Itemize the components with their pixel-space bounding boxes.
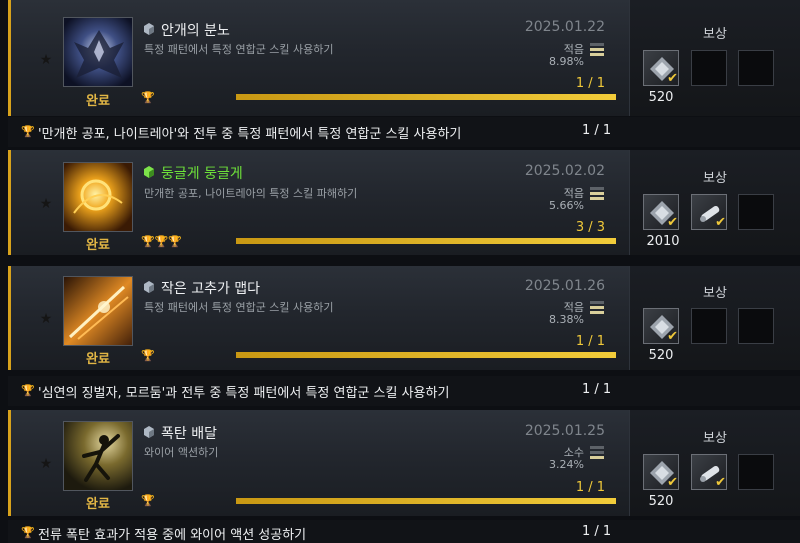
achievement-card[interactable]: ★ 완료 🏆 폭탄 배달 와이어 액션하기 2025.01.25 소수 3.24… bbox=[8, 410, 800, 516]
achievement-description: 와이어 액션하기 bbox=[144, 446, 219, 459]
check-icon: ✔ bbox=[667, 329, 678, 344]
achievement-title: 둥글게 둥글게 bbox=[161, 166, 243, 182]
empty-reward-slot bbox=[691, 308, 727, 344]
achievement-card[interactable]: ★ 완료 🏆🏆🏆 둥글게 둥글게 만개한 공포, 나이트레아의 특정 스킬 파해… bbox=[8, 150, 800, 255]
progress-bar bbox=[236, 352, 616, 358]
cube-icon bbox=[144, 166, 154, 178]
progress-bar bbox=[236, 94, 616, 100]
empty-reward-slot bbox=[738, 50, 774, 86]
rarity-percent: 8.98% bbox=[549, 55, 584, 68]
favorite-star-icon[interactable]: ★ bbox=[39, 53, 53, 67]
rarity-bars bbox=[590, 187, 604, 202]
favorite-star-icon[interactable]: ★ bbox=[39, 197, 53, 211]
achievement-date: 2025.01.26 bbox=[524, 278, 605, 294]
reward-label: 보상 bbox=[703, 431, 727, 446]
reward-count: 520 bbox=[648, 348, 674, 363]
scroll-icon[interactable]: ✔ bbox=[691, 194, 727, 230]
trophy-icon: 🏆 bbox=[141, 91, 155, 104]
progress-fill bbox=[236, 238, 616, 244]
cube-icon bbox=[144, 281, 154, 293]
favorite-star-icon[interactable]: ★ bbox=[39, 312, 53, 326]
reward-label: 보상 bbox=[703, 171, 727, 186]
rarity-bars bbox=[590, 43, 604, 58]
rarity-percent: 5.66% bbox=[549, 199, 584, 212]
achievement-date: 2025.02.02 bbox=[524, 163, 605, 179]
cube-icon bbox=[144, 23, 154, 35]
progress-text: 1 / 1 bbox=[575, 480, 605, 495]
reward-count: 520 bbox=[648, 494, 674, 509]
progress-bar bbox=[236, 498, 616, 504]
reward-label: 보상 bbox=[703, 286, 727, 301]
progress-text: 3 / 3 bbox=[575, 220, 605, 235]
progress-fill bbox=[236, 498, 616, 504]
achievement-title: 작은 고추가 맵다 bbox=[161, 281, 261, 297]
check-icon: ✔ bbox=[715, 475, 726, 490]
sub-task-text: '만개한 공포, 나이트레아'와 전투 중 특정 패턴에서 특정 연합군 스킬 … bbox=[38, 127, 462, 142]
trophy-icon: 🏆 bbox=[141, 494, 155, 507]
silver-coin-icon[interactable]: ✔ bbox=[643, 308, 679, 344]
check-icon: ✔ bbox=[715, 215, 726, 230]
trophy-icon: 🏆 bbox=[21, 125, 35, 138]
reward-label: 보상 bbox=[703, 27, 727, 42]
progress-text: 1 / 1 bbox=[575, 334, 605, 349]
sub-task-text: '심연의 징벌자, 모르둠'과 전투 중 특정 패턴에서 특정 연합군 스킬 사… bbox=[38, 386, 450, 401]
achievement-description: 만개한 공포, 나이트레아의 특정 스킬 파해하기 bbox=[144, 187, 358, 200]
reward-count: 2010 bbox=[646, 234, 680, 249]
completed-label: 완료 bbox=[86, 94, 110, 109]
rarity-bars bbox=[590, 301, 604, 316]
achievement-card[interactable]: ★ 완료 🏆 안개의 분노 특정 패턴에서 특정 연합군 스킬 사용하기 202… bbox=[8, 0, 800, 116]
sub-task-count: 1 / 1 bbox=[582, 123, 612, 138]
trophy-icon: 🏆 bbox=[21, 526, 35, 539]
achievement-date: 2025.01.25 bbox=[524, 423, 605, 439]
completed-label: 완료 bbox=[86, 238, 110, 253]
trophy-icons: 🏆🏆🏆 bbox=[141, 235, 183, 248]
sub-task-text: 전류 폭탄 효과가 적용 중에 와이어 액션 성공하기 bbox=[38, 528, 307, 543]
silver-coin-icon[interactable]: ✔ bbox=[643, 50, 679, 86]
trophy-icon: 🏆 bbox=[21, 384, 35, 397]
progress-fill bbox=[236, 352, 616, 358]
achievement-title: 안개의 분노 bbox=[161, 23, 230, 39]
sub-task-row[interactable]: 🏆 전류 폭탄 효과가 적용 중에 와이어 액션 성공하기 1 / 1 bbox=[8, 520, 800, 543]
rarity-percent: 3.24% bbox=[549, 458, 584, 471]
check-icon: ✔ bbox=[667, 475, 678, 490]
empty-reward-slot bbox=[738, 194, 774, 230]
trophy-icon: 🏆 bbox=[141, 349, 155, 362]
rarity-percent: 8.38% bbox=[549, 313, 584, 326]
reward-count: 520 bbox=[648, 90, 674, 105]
scroll-icon[interactable]: ✔ bbox=[691, 454, 727, 490]
empty-reward-slot bbox=[738, 308, 774, 344]
silver-coin-icon[interactable]: ✔ bbox=[643, 454, 679, 490]
rarity-bars bbox=[590, 446, 604, 461]
progress-fill bbox=[236, 94, 616, 100]
completed-label: 완료 bbox=[86, 497, 110, 512]
empty-reward-slot bbox=[738, 454, 774, 490]
dark-dragon-icon bbox=[63, 17, 133, 87]
achievement-card[interactable]: ★ 완료 🏆 작은 고추가 맵다 특정 패턴에서 특정 연합군 스킬 사용하기 … bbox=[8, 266, 800, 370]
achievement-title: 폭탄 배달 bbox=[161, 426, 217, 442]
progress-bar bbox=[236, 238, 616, 244]
cube-icon bbox=[144, 426, 154, 438]
progress-text: 1 / 1 bbox=[575, 76, 605, 91]
sub-task-row[interactable]: 🏆 '심연의 징벌자, 모르둠'과 전투 중 특정 패턴에서 특정 연합군 스킬… bbox=[8, 376, 800, 406]
completed-label: 완료 bbox=[86, 352, 110, 367]
achievement-description: 특정 패턴에서 특정 연합군 스킬 사용하기 bbox=[144, 301, 334, 314]
achievement-description: 특정 패턴에서 특정 연합군 스킬 사용하기 bbox=[144, 43, 334, 56]
wire-action-icon bbox=[63, 421, 133, 491]
golden-burst-icon bbox=[63, 162, 133, 232]
empty-reward-slot bbox=[691, 50, 727, 86]
sub-task-row[interactable]: 🏆 '만개한 공포, 나이트레아'와 전투 중 특정 패턴에서 특정 연합군 스… bbox=[8, 117, 800, 147]
silver-coin-icon[interactable]: ✔ bbox=[643, 194, 679, 230]
sub-task-count: 1 / 1 bbox=[582, 524, 612, 539]
check-icon: ✔ bbox=[667, 215, 678, 230]
favorite-star-icon[interactable]: ★ bbox=[39, 457, 53, 471]
sub-task-count: 1 / 1 bbox=[582, 382, 612, 397]
check-icon: ✔ bbox=[667, 71, 678, 86]
flame-slash-icon bbox=[63, 276, 133, 346]
achievement-date: 2025.01.22 bbox=[524, 19, 605, 35]
